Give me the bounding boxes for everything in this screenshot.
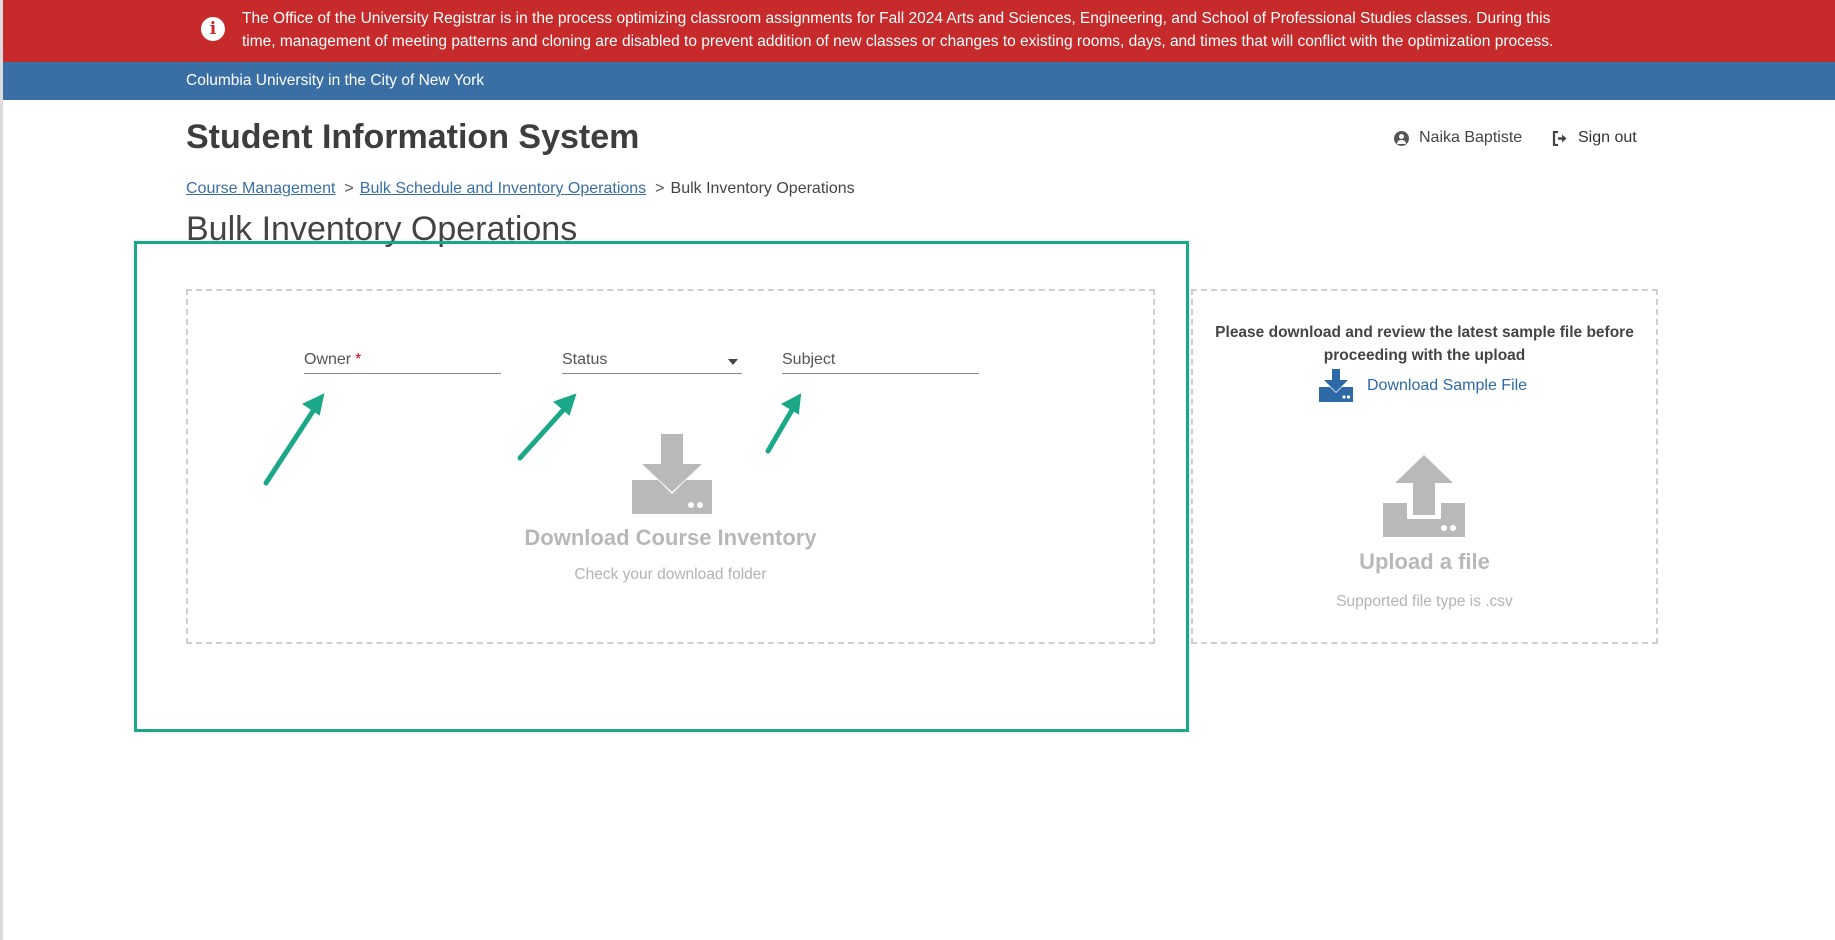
page-heading: Bulk Inventory Operations bbox=[186, 210, 578, 248]
upload-file-button[interactable]: Upload a file bbox=[1193, 549, 1656, 575]
user-name: Naika Baptiste bbox=[1419, 129, 1523, 146]
info-icon: i bbox=[201, 17, 225, 41]
status-label: Status bbox=[562, 351, 608, 368]
download-inventory-panel: Owner * Status Subject Download Course In… bbox=[186, 289, 1155, 644]
user-icon bbox=[1394, 130, 1409, 146]
alert-banner: i The Office of the University Registrar… bbox=[3, 0, 1835, 62]
supported-file-type: Supported file type is .csv bbox=[1336, 593, 1513, 610]
download-icon[interactable] bbox=[632, 434, 712, 514]
owner-label: Owner bbox=[304, 351, 352, 368]
status-select[interactable]: Status bbox=[562, 351, 742, 374]
download-sample-file-link[interactable]: Download Sample File bbox=[1319, 369, 1527, 402]
breadcrumb-separator: > bbox=[344, 180, 354, 197]
owner-field[interactable]: Owner * bbox=[304, 351, 501, 374]
subject-label: Subject bbox=[782, 351, 836, 368]
download-icon bbox=[1319, 369, 1353, 402]
sign-out-button[interactable]: Sign out bbox=[1552, 129, 1637, 147]
window-edge bbox=[0, 0, 3, 940]
alert-message: The Office of the University Registrar i… bbox=[242, 10, 1554, 50]
sign-out-icon bbox=[1552, 130, 1567, 146]
chevron-down-icon bbox=[728, 359, 738, 365]
breadcrumb-bulk-schedule[interactable]: Bulk Schedule and Inventory Operations bbox=[360, 180, 646, 197]
breadcrumb-course-management[interactable]: Course Management bbox=[186, 180, 335, 197]
subject-field[interactable]: Subject bbox=[782, 351, 979, 374]
breadcrumb-separator: > bbox=[655, 180, 665, 197]
university-bar: Columbia University in the City of New Y… bbox=[3, 62, 1835, 100]
user-profile[interactable]: Naika Baptiste bbox=[1394, 129, 1522, 147]
download-course-inventory-button[interactable]: Download Course Inventory bbox=[188, 525, 1153, 551]
sample-file-note: Please download and review the latest sa… bbox=[1215, 324, 1634, 364]
upload-panel: Please download and review the latest sa… bbox=[1191, 289, 1658, 644]
university-name: Columbia University in the City of New Y… bbox=[186, 72, 485, 89]
breadcrumb: Course Management > Bulk Schedule and Inve… bbox=[186, 180, 855, 198]
sign-out-label: Sign out bbox=[1578, 129, 1637, 146]
download-hint: Check your download folder bbox=[574, 566, 767, 583]
breadcrumb-current: Bulk Inventory Operations bbox=[670, 180, 855, 197]
download-sample-file-label: Download Sample File bbox=[1367, 376, 1528, 394]
required-marker: * bbox=[355, 351, 362, 368]
app-title: Student Information System bbox=[186, 118, 640, 156]
upload-icon[interactable] bbox=[1383, 455, 1465, 537]
